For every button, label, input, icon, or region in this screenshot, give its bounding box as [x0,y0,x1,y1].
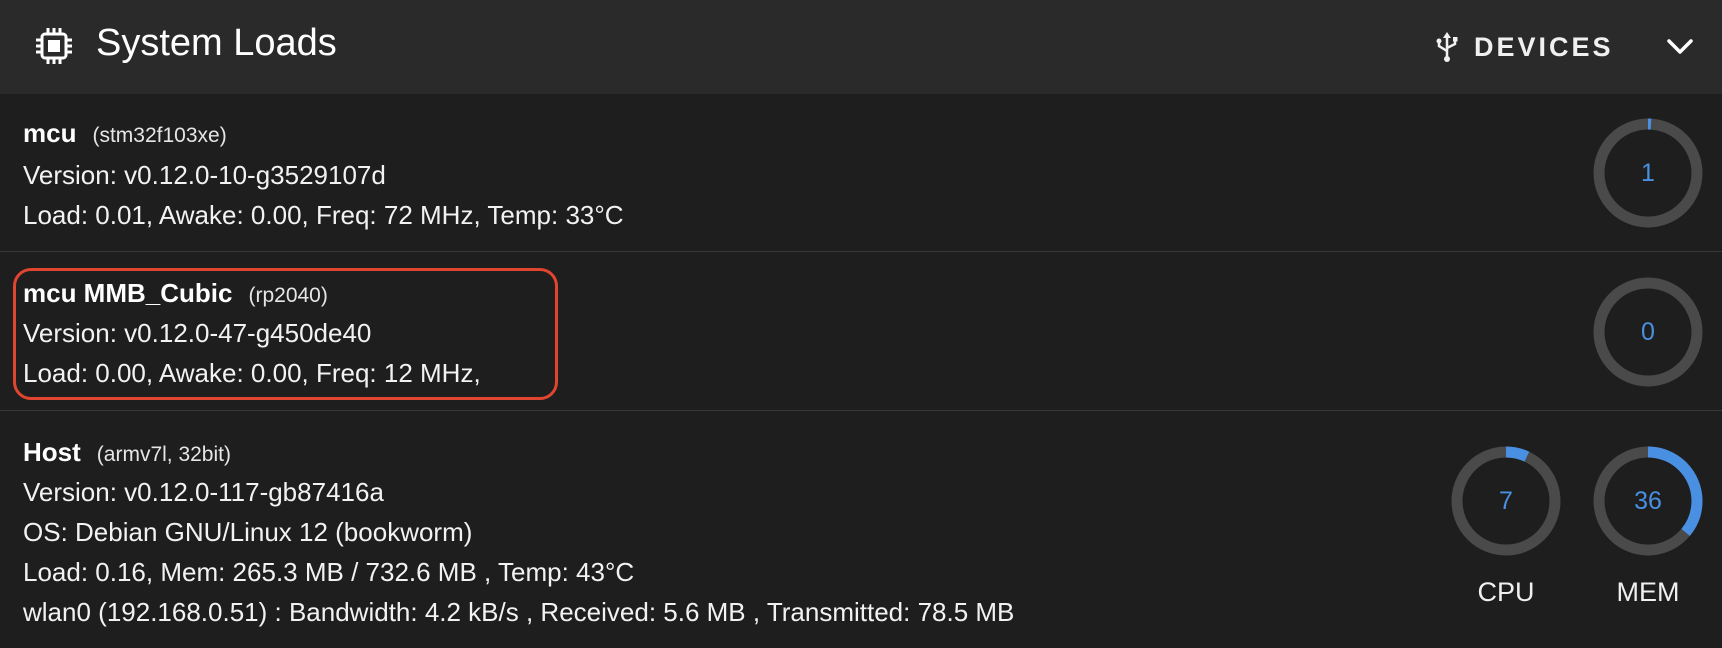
mcu-version: Version: v0.12.0-47-g450de40 [23,318,372,348]
host-version: Version: v0.12.0-117-gb87416a [23,477,384,507]
host-row: Host (armv7l, 32bit) Version: v0.12.0-11… [0,411,1722,648]
mcu-row: mcu (stm32f103xe) Version: v0.12.0-10-g3… [0,94,1722,252]
gauge-value: 36 [1634,486,1662,515]
mcu-stats: Load: 0.01, Awake: 0.00, Freq: 72 MHz, T… [23,200,624,230]
chevron-down-icon[interactable] [1660,26,1700,66]
host-stats: Load: 0.16, Mem: 265.3 MB / 732.6 MB , T… [23,557,635,587]
gauge-value: 1 [1641,158,1655,187]
host-os: OS: Debian GNU/Linux 12 (bookworm) [23,517,473,547]
mcu-stats: Load: 0.00, Awake: 0.00, Freq: 12 MHz, [23,358,481,388]
mcu-row: mcu MMB_Cubic (rp2040) Version: v0.12.0-… [0,252,1722,411]
mcu-name: mcu MMB_Cubic [23,278,233,308]
panel-header: System Loads DEVICES [0,0,1722,94]
page-title: System Loads [96,22,337,64]
cpu-label: CPU [1477,577,1535,607]
mcu-load-gauge: 1 [1592,117,1704,229]
mcu-chip: (rp2040) [248,284,328,307]
chip-icon [34,26,74,66]
mcu-load-gauge: 0 [1592,276,1704,388]
host-name: Host [23,437,81,467]
devices-button[interactable]: DEVICES [1426,20,1611,74]
gauge-value: 7 [1499,486,1513,515]
cpu-gauge: 7 [1450,445,1562,557]
mcu-chip: (stm32f103xe) [92,124,227,147]
host-network: wlan0 (192.168.0.51) : Bandwidth: 4.2 kB… [23,597,1015,627]
mcu-version: Version: v0.12.0-10-g3529107d [23,160,386,190]
devices-button-label: DEVICES [1474,31,1614,62]
mem-label: MEM [1616,577,1680,607]
mem-gauge: 36 [1592,445,1704,557]
mcu-name: mcu [23,118,77,148]
usb-icon [1434,31,1460,63]
gauge-value: 0 [1641,317,1655,346]
host-arch: (armv7l, 32bit) [96,443,231,466]
